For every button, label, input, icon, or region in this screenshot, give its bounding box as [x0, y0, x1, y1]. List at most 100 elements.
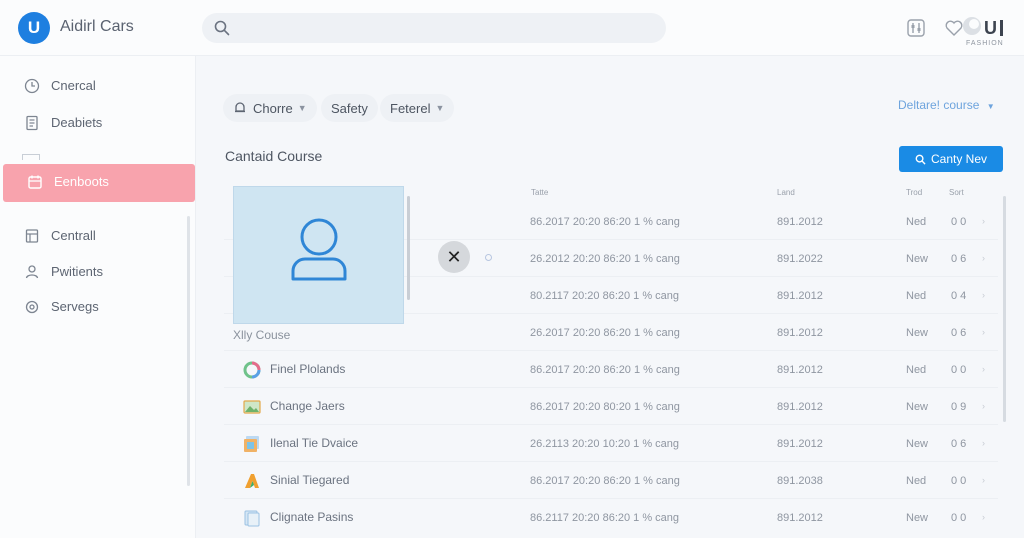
- chip-label: Chorre: [253, 100, 293, 116]
- column-header[interactable]: Tatte: [531, 188, 548, 197]
- row-value: 0 0: [951, 475, 967, 487]
- letter-a-icon: [245, 474, 259, 488]
- card-scrollbar[interactable]: [407, 196, 410, 300]
- chevron-right-icon: ›: [982, 327, 985, 337]
- row-land: 891.2012: [777, 438, 823, 450]
- row-name: Clignate Pasins: [270, 510, 354, 524]
- search-input[interactable]: [202, 13, 666, 43]
- row-status: New: [906, 327, 929, 339]
- row-time: 26.2113 20:20 10:20 1 % cang: [530, 438, 680, 450]
- row-name: Sinial Tiegared: [270, 473, 350, 487]
- row-time: 86.2117 20:20 86:20 1 % cang: [530, 512, 680, 524]
- chevron-down-icon: ▼: [986, 102, 995, 111]
- row-land: 891.2012: [777, 327, 823, 339]
- chevron-right-icon: ›: [982, 401, 985, 411]
- sidebar-item-servegs[interactable]: Servegs: [0, 289, 196, 325]
- section-title: Cantaid Course: [225, 148, 323, 164]
- row-status: New: [906, 253, 929, 265]
- row-land: 891.2012: [777, 401, 823, 413]
- row-value: 0 4: [951, 290, 967, 302]
- row-name: Finel Plolands: [270, 362, 346, 376]
- user-icon: [25, 265, 39, 279]
- row-land: 891.2012: [777, 364, 823, 376]
- sidebar: Cnercal Deabiets Eenboots Centrall Pwiti…: [0, 56, 196, 538]
- column-header[interactable]: Sort: [949, 188, 964, 197]
- primary-action-button[interactable]: Canty Nev: [899, 146, 1003, 172]
- table-row[interactable]: Ilenal Tie Dvaice 26.2113 20:20 10:20 1 …: [224, 426, 998, 462]
- sidebar-item-eenboots[interactable]: Eenboots: [3, 164, 195, 202]
- sidebar-item-label: Pwitients: [51, 264, 104, 279]
- sidebar-item-deabiets[interactable]: Deabiets: [0, 105, 196, 141]
- sidebar-item-centrall[interactable]: Centrall: [0, 218, 196, 254]
- column-header[interactable]: Trod: [906, 188, 922, 197]
- document-stack-icon: [244, 510, 260, 527]
- course-card-label: Xlly Couse: [233, 328, 291, 342]
- chip-label: Safety: [331, 100, 368, 116]
- svg-text:U: U: [984, 18, 997, 38]
- filter-chip-feterel[interactable]: Feterel ▼: [380, 94, 455, 122]
- file-icon: [25, 229, 39, 243]
- search-icon: [214, 20, 230, 36]
- row-value: 0 0: [951, 512, 967, 524]
- row-status: Ned: [906, 364, 927, 376]
- watermark-text: FASHION: [966, 40, 1004, 47]
- gear-icon: [25, 300, 39, 314]
- row-value: 0 6: [951, 438, 967, 450]
- sidebar-item-label: Eenboots: [54, 174, 109, 189]
- filter-chip-safety[interactable]: Safety: [321, 94, 378, 122]
- row-land: 891.2038: [777, 475, 823, 487]
- chart-circle-icon: [243, 361, 261, 379]
- table-row[interactable]: Sinial Tiegared 86.2017 20:20 86:20 1 % …: [224, 463, 998, 499]
- chevron-right-icon: ›: [982, 253, 985, 263]
- sliders-icon[interactable]: [906, 18, 926, 38]
- radio-dot[interactable]: [485, 254, 492, 261]
- row-name: Ilenal Tie Dvaice: [270, 436, 359, 450]
- table-row[interactable]: Finel Plolands 86.2017 20:20 86:20 1 % c…: [224, 352, 998, 388]
- top-bar: U Aidirl Cars U FASHION: [0, 0, 1024, 56]
- default-course-dropdown[interactable]: Deltare! course ▼: [898, 98, 995, 112]
- sidebar-item-general[interactable]: Cnercal: [0, 68, 196, 104]
- row-land: 891.2022: [777, 253, 823, 265]
- column-header[interactable]: Land: [777, 188, 795, 197]
- chevron-right-icon: ›: [982, 290, 985, 300]
- clock-icon: [24, 78, 40, 94]
- app-logo[interactable]: U: [18, 12, 50, 44]
- row-status: New: [906, 438, 929, 450]
- row-value: 0 9: [951, 401, 967, 413]
- chevron-right-icon: ›: [982, 438, 985, 448]
- chevron-down-icon: ▼: [435, 103, 445, 113]
- row-time: 86.2017 20:20 86:20 1 % cang: [530, 475, 680, 487]
- document-icon: [26, 115, 38, 131]
- app-window: U Aidirl Cars U FASHION Cnercal Deabiets…: [0, 0, 1024, 538]
- row-time: 86.2017 20:20 80:20 1 % cang: [530, 401, 680, 413]
- table-scrollbar[interactable]: [1003, 196, 1006, 422]
- filter-chip-chorre[interactable]: Chorre ▼: [223, 94, 317, 122]
- row-land: 891.2012: [777, 512, 823, 524]
- table-row[interactable]: Change Jaers 86.2017 20:20 80:20 1 % can…: [224, 389, 998, 425]
- row-land: 891.2012: [777, 216, 823, 228]
- row-land: 891.2012: [777, 290, 823, 302]
- row-status: Ned: [906, 475, 927, 487]
- course-card-preview[interactable]: [233, 186, 404, 324]
- row-status: Ned: [906, 216, 927, 228]
- calendar-icon: [28, 175, 42, 189]
- sidebar-item-label: Centrall: [51, 228, 96, 243]
- table-row[interactable]: Clignate Pasins 86.2117 20:20 86:20 1 % …: [224, 500, 998, 536]
- chevron-down-icon: ▼: [297, 103, 307, 113]
- chevron-right-icon: ›: [982, 364, 985, 374]
- row-value: 0 0: [951, 364, 967, 376]
- sidebar-scrollbar[interactable]: [187, 216, 190, 486]
- chevron-right-icon: ›: [982, 512, 985, 522]
- close-button[interactable]: ✕: [438, 241, 470, 273]
- sidebar-item-label: Cnercal: [51, 78, 96, 93]
- row-time: 86.2017 20:20 86:20 1 % cang: [530, 364, 680, 376]
- sidebar-item-label: Deabiets: [51, 115, 103, 130]
- sidebar-item-pwitients[interactable]: Pwitients: [0, 254, 196, 290]
- close-icon: ✕: [446, 246, 462, 267]
- image-icon: [243, 400, 261, 414]
- row-status: Ned: [906, 290, 927, 302]
- row-value: 0 6: [951, 253, 967, 265]
- primary-button-label: Canty Nev: [930, 152, 988, 166]
- row-time: 26.2012 20:20 86:20 1 % cang: [530, 253, 680, 265]
- app-title: Aidirl Cars: [60, 18, 134, 35]
